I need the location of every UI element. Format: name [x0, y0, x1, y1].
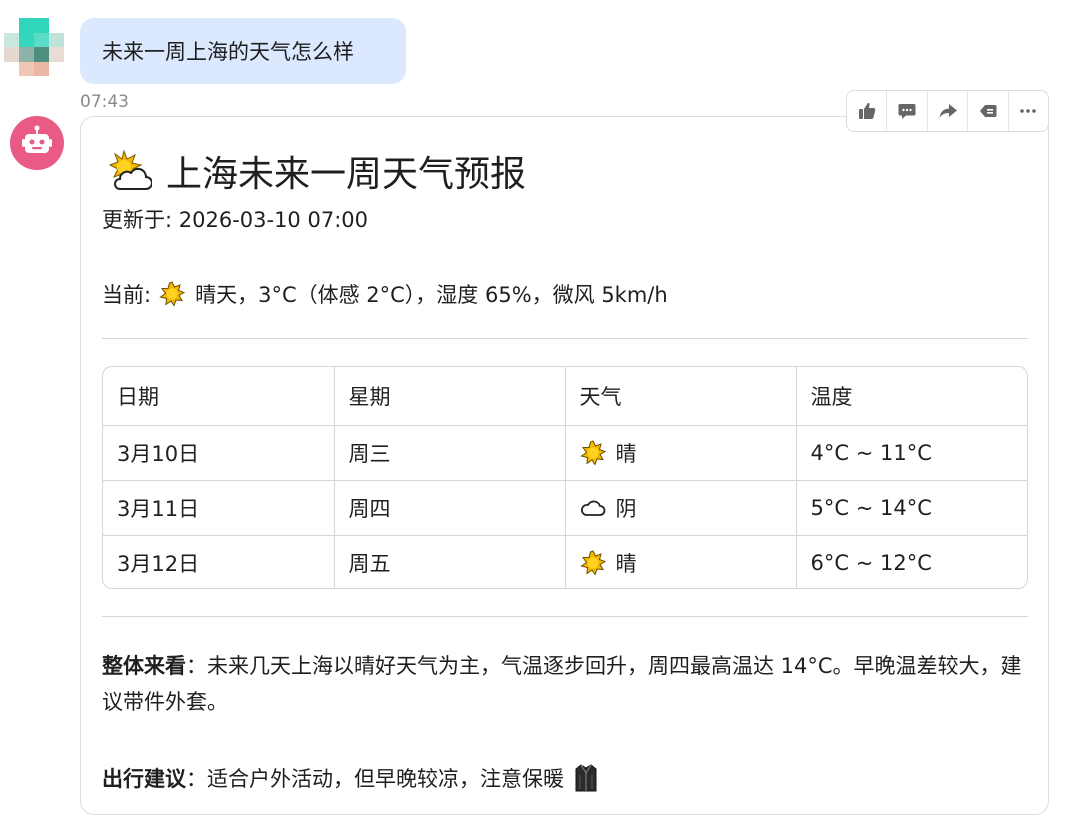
- message-toolbar: [846, 90, 1049, 132]
- cell-date: 3月11日: [103, 480, 335, 536]
- updated-time: 更新于: 2026-03-10 07:00: [102, 208, 368, 232]
- header-date: 日期: [103, 367, 335, 426]
- comment-button[interactable]: [887, 91, 928, 131]
- comment-icon: [898, 104, 916, 119]
- cell-weekday: 周四: [334, 480, 566, 536]
- more-icon: [1020, 109, 1037, 113]
- like-button[interactable]: [847, 91, 888, 131]
- table-header-row: 日期 星期 天气 温度: [103, 367, 1027, 426]
- forecast-table: 日期 星期 天气 温度 3月10日 周三 晴 4°C ~ 11°C 3月11日 …: [102, 366, 1028, 589]
- page-title: 上海未来一周天气预报: [166, 154, 527, 195]
- cell-temp: 5°C ~ 14°C: [796, 480, 1027, 536]
- cell-weather: 晴: [565, 425, 797, 481]
- table-row: 3月12日 周五 晴 6°C ~ 12°C: [103, 535, 1027, 588]
- advice-label: 出行建议: [102, 767, 186, 791]
- robot-icon: [22, 125, 52, 153]
- cell-weather: 晴: [565, 535, 797, 588]
- cloud-icon: [580, 500, 605, 516]
- summary-paragraph: 整体来看：未来几天上海以晴好天气为主，气温逐步回升，周四最高温达 14°C。早晚…: [102, 648, 1032, 720]
- current-label: 当前:: [102, 283, 152, 307]
- sun-icon: [579, 439, 606, 466]
- divider-top: [102, 338, 1028, 339]
- thumbs-up-icon: [858, 103, 876, 119]
- cell-weekday: 周三: [334, 425, 566, 481]
- weather-label: 阴: [615, 496, 637, 521]
- current-text: 晴天，3°C（体感 2°C），湿度 65%，微风 5km/h: [195, 283, 668, 307]
- summary-label: 整体来看: [102, 654, 186, 678]
- header-weather: 天气: [565, 367, 797, 426]
- header-temp: 温度: [796, 367, 1027, 426]
- weather-label: 晴: [615, 551, 637, 576]
- summary-text: ：未来几天上海以晴好天气为主，气温逐步回升，周四最高温达 14°C。早晚温差较大…: [102, 654, 1022, 714]
- divider-bottom: [102, 616, 1028, 617]
- sun-icon: [159, 281, 186, 307]
- share-icon: [939, 104, 957, 118]
- share-button[interactable]: [928, 91, 969, 131]
- current-weather: 当前: 晴天，3°C（体感 2°C），湿度 65%，微风 5km/h: [102, 280, 668, 308]
- cell-weather: 阴: [565, 480, 797, 536]
- user-avatar[interactable]: [4, 18, 64, 76]
- cell-weekday: 周五: [334, 535, 566, 588]
- user-message-text: 未来一周上海的天气怎么样: [102, 40, 354, 64]
- cell-temp: 6°C ~ 12°C: [810, 550, 932, 575]
- user-message-bubble: 未来一周上海的天气怎么样: [80, 18, 406, 84]
- bot-avatar[interactable]: [10, 116, 64, 170]
- message-timestamp: 07:43: [80, 92, 129, 112]
- sun-icon: [579, 550, 606, 576]
- chat-page: 未来一周上海的天气怎么样 07:43 上海未来一周天气预报 更新于: 2026-…: [0, 0, 1080, 829]
- advice-text: ：适合户外活动，但早晚较凉，注意保暖: [186, 767, 564, 791]
- cell-temp: 4°C ~ 11°C: [796, 425, 1027, 481]
- copy-icon: [979, 105, 997, 117]
- more-button[interactable]: [1009, 91, 1048, 131]
- table-row: 3月10日 周三 晴 4°C ~ 11°C: [103, 425, 1027, 481]
- forecast-title: 上海未来一周天气预报: [104, 148, 527, 195]
- advice-paragraph: 出行建议 ：适合户外活动，但早晚较凉，注意保暖: [102, 760, 598, 796]
- cell-date: 3月10日: [103, 425, 335, 481]
- copy-button[interactable]: [968, 91, 1009, 131]
- coat-icon: [575, 764, 597, 792]
- cell-date: 3月12日: [103, 535, 335, 588]
- weather-label: 晴: [615, 441, 637, 466]
- header-weekday: 星期: [334, 367, 566, 426]
- table-row: 3月11日 周四 阴 5°C ~ 14°C: [103, 480, 1027, 536]
- sun-behind-cloud-icon: [108, 149, 152, 190]
